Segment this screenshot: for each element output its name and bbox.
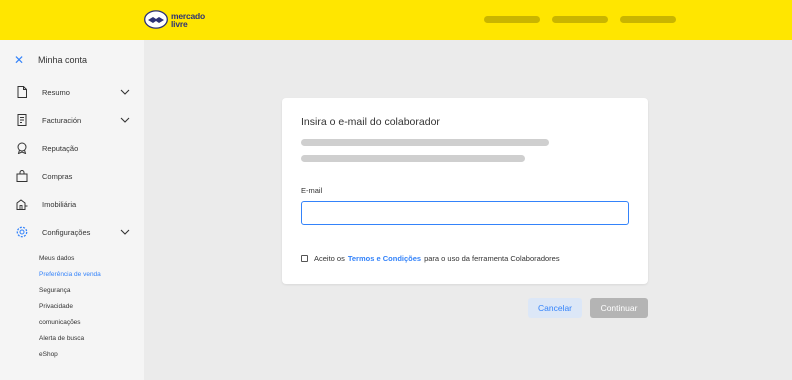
sidebar-item-imobiliaria[interactable]: Imobiliária xyxy=(16,196,136,212)
cancel-button[interactable]: Cancelar xyxy=(528,298,582,318)
top-bar: mercado livre xyxy=(0,0,792,40)
sidebar-item-resumo[interactable]: Resumo xyxy=(16,84,136,100)
close-icon[interactable]: ✕ xyxy=(14,53,26,67)
terms-link[interactable]: Termos e Condições xyxy=(348,254,421,263)
text-placeholder-line-1 xyxy=(301,139,549,146)
chevron-down-icon[interactable] xyxy=(120,115,130,125)
document-icon xyxy=(16,86,28,98)
receipt-icon xyxy=(16,114,28,126)
logo-word-2: livre xyxy=(171,18,188,29)
sidebar-item-label: Resumo xyxy=(42,87,70,97)
building-icon xyxy=(16,198,28,210)
sidebar-item-label: Reputação xyxy=(42,143,79,153)
handshake-logo-icon xyxy=(144,10,168,29)
sidebar-item-facturacion[interactable]: Facturación xyxy=(16,112,136,128)
sidebar-item-label: Compras xyxy=(42,171,73,181)
chevron-down-icon[interactable] xyxy=(120,87,130,97)
badge-icon xyxy=(16,142,28,154)
email-label: E-mail xyxy=(301,186,323,195)
sidebar-item-compras[interactable]: Compras xyxy=(16,168,136,184)
bag-icon xyxy=(16,170,28,182)
nav-placeholder-1[interactable] xyxy=(484,16,540,23)
subitem-meus-dados[interactable]: Meus dados xyxy=(39,255,74,262)
terms-row: Aceito os Termos e Condições para o uso … xyxy=(301,254,560,263)
terms-prefix: Aceito os xyxy=(314,254,345,263)
gear-icon xyxy=(16,226,28,238)
chevron-down-icon[interactable] xyxy=(120,227,130,237)
collaborator-email-card: Insira o e-mail do colaborador E-mail Ac… xyxy=(282,98,648,284)
nav-placeholder-3[interactable] xyxy=(620,16,676,23)
sidebar-item-label: Configurações xyxy=(42,227,91,237)
email-input[interactable] xyxy=(301,201,629,225)
subitem-eshop[interactable]: eShop xyxy=(39,351,58,358)
terms-suffix: para o uso da ferramenta Colaboradores xyxy=(424,254,560,263)
card-title: Insira o e-mail do colaborador xyxy=(301,116,440,128)
sidebar-title: Minha conta xyxy=(38,55,88,65)
sidebar-item-label: Imobiliária xyxy=(42,199,77,209)
continue-button[interactable]: Continuar xyxy=(590,298,648,318)
sidebar-item-label: Facturación xyxy=(42,115,82,125)
subitem-seguranca[interactable]: Segurança xyxy=(39,287,70,294)
sidebar-item-reputacao[interactable]: Reputação xyxy=(16,140,136,156)
sidebar: ✕ Minha conta Resumo Facturación Reputaç… xyxy=(0,40,144,380)
mercado-livre-logo[interactable]: mercado livre xyxy=(144,10,205,29)
subitem-comunicacoes[interactable]: comunicações xyxy=(39,319,81,326)
sidebar-header: ✕ Minha conta xyxy=(14,53,87,67)
text-placeholder-line-2 xyxy=(301,155,525,162)
subitem-privacidade[interactable]: Privacidade xyxy=(39,303,73,310)
logo-wordmark: mercado livre xyxy=(171,11,205,29)
terms-checkbox[interactable] xyxy=(301,255,308,262)
nav-placeholder-2[interactable] xyxy=(552,16,608,23)
sidebar-item-configuracoes[interactable]: Configurações xyxy=(16,224,136,240)
subitem-alerta-de-busca[interactable]: Alerta de busca xyxy=(39,335,84,342)
subitem-preferencia-de-venda[interactable]: Preferência de venda xyxy=(39,271,101,278)
